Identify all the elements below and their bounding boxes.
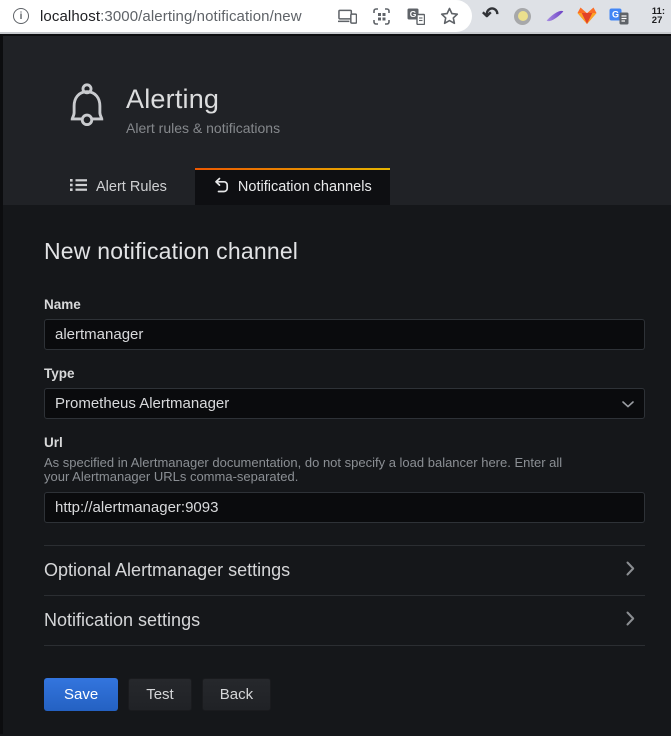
bookmark-star-icon[interactable] bbox=[440, 7, 459, 26]
page-title-header: Alerting bbox=[126, 84, 280, 115]
url-input[interactable] bbox=[44, 492, 645, 523]
back-button[interactable]: Back bbox=[202, 678, 271, 711]
tab-label: Alert Rules bbox=[96, 179, 167, 195]
page-header: Alerting Alert rules & notifications bbox=[0, 34, 671, 205]
channels-icon bbox=[213, 177, 229, 197]
test-button[interactable]: Test bbox=[128, 678, 192, 711]
svg-text:G: G bbox=[409, 9, 416, 19]
purple-quill-icon[interactable] bbox=[544, 5, 565, 27]
main-content: New notification channel Name Type Prome… bbox=[0, 205, 671, 711]
chevron-right-icon bbox=[626, 611, 635, 631]
form-heading: New notification channel bbox=[44, 238, 645, 265]
translate-extension-icon[interactable]: G bbox=[608, 5, 629, 27]
url-help-text: As specified in Alertmanager documentati… bbox=[44, 456, 645, 484]
list-icon bbox=[70, 178, 87, 196]
qr-code-icon[interactable] bbox=[372, 7, 391, 26]
yellow-circle-icon[interactable] bbox=[512, 5, 533, 27]
section-label: Optional Alertmanager settings bbox=[44, 560, 290, 581]
section-optional-alertmanager-settings[interactable]: Optional Alertmanager settings bbox=[44, 546, 645, 596]
section-label: Notification settings bbox=[44, 610, 200, 631]
grafana-app: Alerting Alert rules & notifications bbox=[0, 34, 671, 734]
tab-alert-rules[interactable]: Alert Rules bbox=[54, 168, 183, 205]
svg-text:G: G bbox=[611, 9, 618, 19]
bell-icon bbox=[66, 82, 108, 130]
type-select-value: Prometheus Alertmanager bbox=[55, 395, 229, 412]
undo-swirl-icon[interactable]: ↶ bbox=[480, 5, 501, 27]
name-label: Name bbox=[44, 297, 645, 312]
side-edge bbox=[0, 34, 3, 734]
url-host: localhost bbox=[40, 8, 100, 25]
chevron-down-icon bbox=[622, 395, 634, 412]
url-text[interactable]: localhost:3000/alerting/notification/new bbox=[40, 8, 302, 25]
tab-bar: Alert Rules Notification channels bbox=[54, 168, 402, 205]
screen: i localhost:3000/alerting/notification/n… bbox=[0, 0, 671, 734]
address-bar[interactable]: i localhost:3000/alerting/notification/n… bbox=[0, 0, 472, 32]
send-to-device-icon[interactable] bbox=[338, 7, 357, 26]
system-clock: 11: 27 bbox=[652, 7, 665, 25]
tab-notification-channels[interactable]: Notification channels bbox=[195, 168, 390, 205]
type-label: Type bbox=[44, 366, 645, 381]
gitlab-fox-icon[interactable] bbox=[576, 5, 597, 27]
page-subtitle: Alert rules & notifications bbox=[126, 120, 280, 136]
translate-page-icon[interactable]: G bbox=[406, 7, 425, 26]
url-path: :3000/alerting/notification/new bbox=[100, 8, 302, 25]
url-label: Url bbox=[44, 435, 645, 450]
page-info-icon[interactable]: i bbox=[13, 8, 29, 24]
name-input[interactable] bbox=[44, 319, 645, 350]
tab-label: Notification channels bbox=[238, 179, 372, 195]
type-select[interactable]: Prometheus Alertmanager bbox=[44, 388, 645, 419]
section-notification-settings[interactable]: Notification settings bbox=[44, 596, 645, 646]
chevron-right-icon bbox=[626, 561, 635, 581]
save-button[interactable]: Save bbox=[44, 678, 118, 711]
browser-toolbar: i localhost:3000/alerting/notification/n… bbox=[0, 0, 671, 34]
